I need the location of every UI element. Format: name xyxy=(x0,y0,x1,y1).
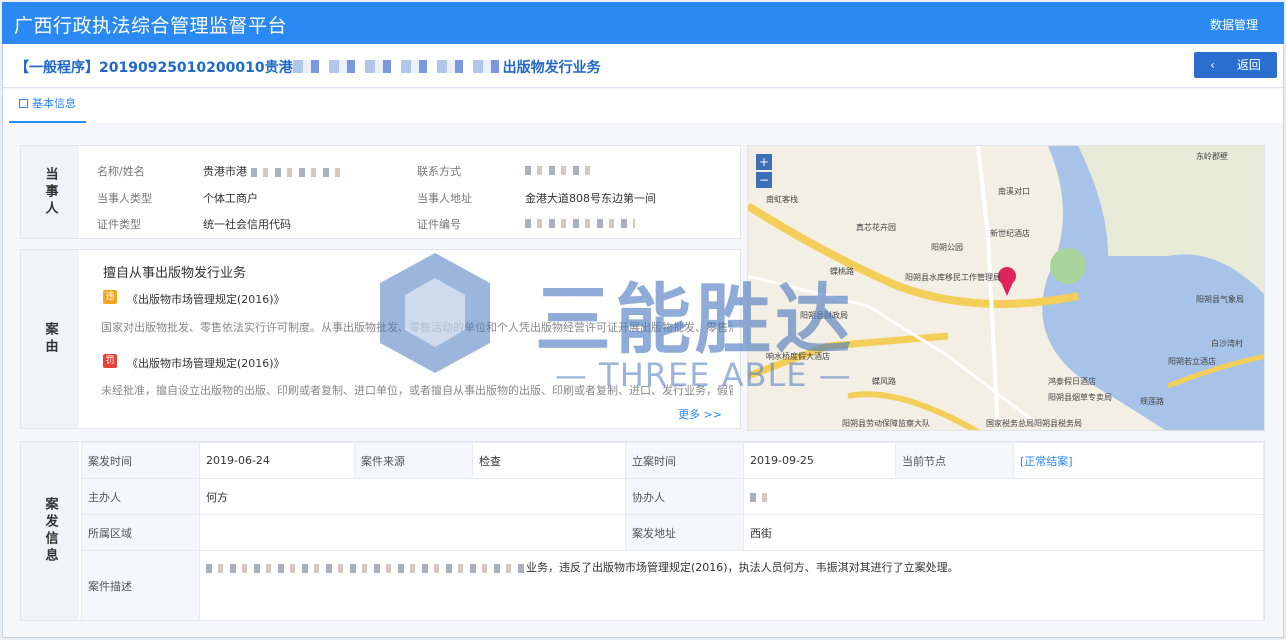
occur-time-value: 2019-06-24 xyxy=(199,442,355,479)
penalty-badge: 罚 xyxy=(103,354,117,368)
map-label: 阳朔县气象局 xyxy=(1196,295,1244,304)
chevron-left-icon: ‹ xyxy=(1210,58,1215,72)
map-label: 新世纪酒店 xyxy=(990,229,1030,238)
violation-text: 国家对出版物批发、零售依法实行许可制度。从事出版物批发、零售活动的单位和个人凭出… xyxy=(101,321,733,334)
contact-label: 联系方式 xyxy=(417,165,461,178)
tab-basic-info[interactable]: 基本信息 xyxy=(9,89,86,123)
map-label: 白沙湾村 xyxy=(1211,339,1243,348)
map-label: 响水桥度假大酒店 xyxy=(766,352,830,361)
map-label: 南溪对口 xyxy=(998,187,1030,196)
map-label: 鸿泰假日酒店 xyxy=(1048,377,1096,386)
redacted-block xyxy=(525,218,635,228)
penalty-law: 《出版物市场管理规定(2016)》 xyxy=(127,357,285,370)
map-label: 阳朔县劳动保障监察大队 xyxy=(842,419,930,428)
incident-panel: 案发信息 案发时间 2019-06-24 案件来源 检查 立案时间 2019-0… xyxy=(20,441,1265,621)
map-label: 国家税务总局阳朔县税务局 xyxy=(986,419,1082,428)
map-label: 阳朔若立酒店 xyxy=(1168,357,1216,366)
app-title: 广西行政执法综合管理监督平台 xyxy=(14,15,288,37)
source-label: 案件来源 xyxy=(354,442,473,479)
case-header: 【一般程序】20190925010200010贵港 出版物发行业务 ‹ 返回 xyxy=(3,44,1283,88)
table-row: 案件描述 业务，违反了出版物市场管理规定(2016)，执法人员何方、韦振淇对其进… xyxy=(81,550,1264,621)
top-bar: 广西行政执法综合管理监督平台 数据管理 xyxy=(2,2,1284,44)
map-label: 东岭郡壁 xyxy=(1196,152,1228,161)
table-row: 主办人 何方 协办人 xyxy=(81,478,1264,515)
file-time-value: 2019-09-25 xyxy=(743,442,896,479)
tab-bar: 基本信息 xyxy=(3,89,1283,123)
name-value: 贵港市港 xyxy=(203,163,347,179)
back-button[interactable]: ‹ 返回 xyxy=(1194,52,1277,78)
map-label: 阳朔县水库移民工作管理局 xyxy=(905,273,1001,282)
host-value: 何方 xyxy=(199,478,626,515)
reason-section-label: 案由 xyxy=(21,250,79,428)
violation-badge: 违 xyxy=(103,290,117,304)
id-type-value: 统一社会信用代码 xyxy=(203,218,291,231)
redacted-block xyxy=(250,167,347,177)
assist-value xyxy=(743,478,1264,515)
table-row: 所属区域 案发地址 西街 xyxy=(81,514,1264,551)
file-time-label: 立案时间 xyxy=(625,442,744,479)
contact-value xyxy=(525,163,591,176)
party-section-label: 当事人 xyxy=(21,146,79,238)
assist-label: 协办人 xyxy=(625,478,744,515)
desc-value: 业务，违反了出版物市场管理规定(2016)，执法人员何方、韦振淇对其进行了立案处… xyxy=(199,550,1264,621)
violation-law: 《出版物市场管理规定(2016)》 xyxy=(127,293,285,306)
address-label: 当事人地址 xyxy=(417,192,472,205)
main-frame: 【一般程序】20190925010200010贵港 出版物发行业务 ‹ 返回 基本信… xyxy=(2,44,1284,638)
map-label: 蝶桃路 xyxy=(830,267,854,276)
park-area xyxy=(1050,248,1086,284)
id-type-label: 证件类型 xyxy=(97,218,141,231)
table-row: 案发时间 2019-06-24 案件来源 检查 立案时间 2019-09-25 … xyxy=(81,442,1264,479)
map-label: 规莲路 xyxy=(1140,397,1164,406)
redacted-block xyxy=(206,563,526,573)
address-label: 案发地址 xyxy=(625,514,744,551)
address-value: 西街 xyxy=(743,514,1264,551)
node-label: 当前节点 xyxy=(895,442,1014,479)
area-value xyxy=(199,514,626,551)
occur-time-label: 案发时间 xyxy=(81,442,200,479)
incident-table: 案发时间 2019-06-24 案件来源 检查 立案时间 2019-09-25 … xyxy=(81,442,1264,621)
address-value: 金港大道808号东边第一间 xyxy=(525,192,656,205)
map-label: 阳朔县财政局 xyxy=(800,311,848,320)
map-label: 蝶风路 xyxy=(872,377,896,386)
penalty-text: 未经批准，擅自设立出版物的出版、印刷或者复制、进口单位，或者擅自从事出版物的出版… xyxy=(101,384,733,397)
reason-panel: 案由 擅自从事出版物发行业务 违 《出版物市场管理规定(2016)》 国家对出版… xyxy=(20,249,741,429)
nav-data-management[interactable]: 数据管理 xyxy=(1210,16,1258,33)
map-label: 真芯花卉园 xyxy=(856,223,896,232)
document-icon xyxy=(19,99,28,108)
zoom-in-button[interactable]: + xyxy=(756,154,772,170)
node-link[interactable]: [正常结案] xyxy=(1013,442,1264,479)
party-type-label: 当事人类型 xyxy=(97,192,152,205)
more-link[interactable]: 更多 >> xyxy=(678,406,722,422)
map-view[interactable]: + − 东岭郡壁 南虹客栈 南溪对口 新世纪酒店 真芯花卉园 阳朔公园 阳朔县水… xyxy=(747,145,1265,431)
source-value: 检查 xyxy=(472,442,626,479)
map-label: 阳朔公园 xyxy=(931,243,963,252)
map-label: 南虹客栈 xyxy=(766,195,798,204)
map-label: 阳朔县烟草专卖局 xyxy=(1048,393,1112,402)
party-type-value: 个体工商户 xyxy=(203,192,258,205)
reason-title: 擅自从事出版物发行业务 xyxy=(103,266,247,281)
redacted-block xyxy=(525,165,591,175)
party-panel: 当事人 名称/姓名 贵港市港 联系方式 当事人类型 个体工商户 当事人地址 金港… xyxy=(20,145,741,239)
desc-label: 案件描述 xyxy=(81,550,200,621)
incident-section-label: 案发信息 xyxy=(21,442,79,620)
zoom-out-button[interactable]: − xyxy=(756,172,772,188)
redacted-block xyxy=(292,60,503,73)
host-label: 主办人 xyxy=(81,478,200,515)
case-title: 【一般程序】20190925010200010贵港 出版物发行业务 xyxy=(15,60,601,76)
id-number-label: 证件编号 xyxy=(417,218,461,231)
id-number-value xyxy=(525,216,635,229)
name-label: 名称/姓名 xyxy=(97,165,145,178)
area-label: 所属区域 xyxy=(81,514,200,551)
